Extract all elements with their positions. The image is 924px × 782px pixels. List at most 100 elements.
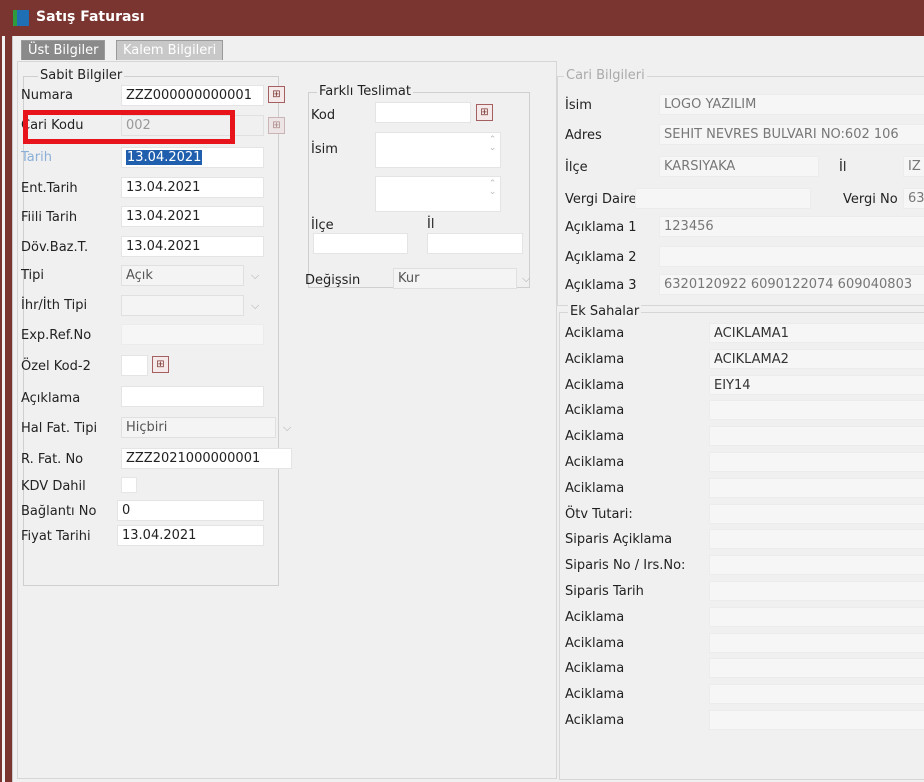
title-bar[interactable]: Satış Faturası	[0, 0, 924, 36]
ihr-ith-select[interactable]	[121, 295, 244, 316]
cari-ilce-label: İlçe	[565, 160, 588, 175]
ent-tarih-label: Ent.Tarih	[21, 181, 78, 196]
vergi-no-field[interactable]: 63	[903, 188, 924, 209]
ek-row-label: Aciklama	[565, 429, 625, 444]
aciklama-field[interactable]	[121, 386, 264, 407]
farkli-teslimat-legend: Farklı Teslimat	[317, 84, 413, 99]
ek-row-field[interactable]	[709, 607, 924, 627]
cari-il-field[interactable]: IZ	[903, 156, 924, 177]
aciklama2-field[interactable]	[659, 246, 924, 267]
ek-row-label: Aciklama	[565, 610, 625, 625]
left-panel: Sabit Bilgiler Farklı Teslimat	[17, 61, 557, 779]
ek-row-label: Aciklama	[565, 661, 625, 676]
fiyat-tarihi-label: Fiyat Tarihi	[21, 529, 91, 544]
cari-kodu-lookup-icon[interactable]: ⊞	[268, 117, 285, 134]
ihr-ith-label: İhr/İth Tipi	[21, 298, 88, 313]
ft-kod-lookup-icon[interactable]: ⊞	[476, 104, 493, 121]
left-window-strip	[0, 36, 12, 782]
exp-ref-label: Exp.Ref.No	[21, 328, 92, 343]
cari-bilgileri-legend: Cari Bilgileri	[564, 68, 647, 83]
cari-isim-field[interactable]: LOGO YAZILIM	[659, 94, 924, 115]
cari-ilce-field[interactable]: KARSIYAKA	[659, 156, 819, 177]
ek-row-label: Aciklama	[565, 455, 625, 470]
ent-tarih-field[interactable]: 13.04.2021	[121, 177, 264, 198]
aciklama3-field[interactable]: 6320120922 6090122074 609040803	[659, 274, 924, 295]
tarih-field[interactable]: 13.04.2021	[121, 147, 264, 168]
ft-kod-label: Kod	[311, 108, 336, 123]
ek-sahalar-legend: Ek Sahalar	[568, 304, 642, 319]
exp-ref-field[interactable]	[121, 324, 264, 345]
ek-row-label: Aciklama	[565, 352, 625, 367]
ek-row-field[interactable]	[709, 426, 924, 446]
ek-row-field[interactable]	[709, 478, 924, 498]
ek-row-field[interactable]: ACIKLAMA1	[709, 323, 924, 343]
ft-isim-line2[interactable]: ⌃ ⌄	[375, 176, 501, 212]
ek-row-field[interactable]	[709, 400, 924, 420]
tipi-chevron-down-icon[interactable]: ⌵	[251, 269, 259, 283]
aciklama2-label: Açıklama 2	[565, 250, 637, 265]
ek-row-field[interactable]	[709, 581, 924, 601]
degissin-label: Değişsin	[305, 273, 361, 288]
fiili-tarih-label: Fiili Tarih	[21, 210, 78, 225]
aciklama1-field[interactable]: 123456	[659, 216, 924, 237]
cari-adres-field[interactable]: SEHIT NEVRES BULVARI NO:602 106	[659, 124, 924, 145]
tab-kalem-bilgileri[interactable]: Kalem Bilgileri	[116, 40, 224, 60]
hal-fat-select[interactable]: Hiçbiri	[121, 417, 276, 438]
ek-row-label: Aciklama	[565, 636, 625, 651]
ft-kod-field[interactable]	[375, 102, 471, 123]
ek-row-field[interactable]	[709, 529, 924, 549]
window-edge	[2, 36, 5, 782]
numara-lookup-icon[interactable]: ⊞	[268, 86, 285, 103]
tab-ust-bilgiler[interactable]: Üst Bilgiler	[21, 40, 106, 60]
baglanti-label: Bağlantı No	[21, 504, 97, 519]
aciklama1-label: Açıklama 1	[565, 220, 637, 235]
ek-row-field[interactable]	[709, 633, 924, 653]
fiili-tarih-field[interactable]: 13.04.2021	[121, 206, 264, 227]
hal-fat-chevron-down-icon[interactable]: ⌵	[283, 421, 291, 435]
degissin-select[interactable]: Kur	[393, 268, 517, 289]
degissin-chevron-down-icon[interactable]: ⌵	[522, 272, 530, 286]
ek-row-field[interactable]	[709, 504, 924, 524]
ek-row-field[interactable]	[709, 684, 924, 704]
ek-row-field[interactable]	[709, 452, 924, 472]
cari-isim-label: İsim	[565, 98, 592, 113]
fiyat-tarihi-field[interactable]: 13.04.2021	[117, 525, 264, 546]
kdv-dahil-label: KDV Dahil	[21, 479, 86, 494]
tarih-selected-text: 13.04.2021	[126, 150, 203, 165]
numara-label: Numara	[21, 88, 73, 103]
baglanti-field[interactable]: 0	[117, 500, 264, 521]
ft-isim2-scroll-icon[interactable]: ⌃ ⌄	[488, 180, 497, 197]
numara-field[interactable]: ZZZ000000000001	[121, 85, 264, 106]
ozel-kod-field[interactable]	[121, 355, 148, 376]
ek-row-label: Aciklama	[565, 687, 625, 702]
cari-il-label: İl	[839, 160, 847, 175]
ek-row-field[interactable]: ACIKLAMA2	[709, 349, 924, 369]
aciklama3-label: Açıklama 3	[565, 278, 637, 293]
sabit-bilgiler-legend: Sabit Bilgiler	[38, 68, 125, 83]
ft-isim-line1[interactable]: ⌃ ⌄	[375, 132, 501, 168]
vergi-dairesi-field[interactable]	[635, 188, 811, 209]
ek-row-field[interactable]: EIY14	[709, 375, 924, 395]
ek-row-field[interactable]	[709, 555, 924, 575]
ek-row-label: Siparis Tarih	[565, 584, 644, 599]
ek-row-field[interactable]	[709, 658, 924, 678]
cari-kodu-highlight-box	[23, 110, 235, 144]
hal-fat-label: Hal Fat. Tipi	[21, 421, 98, 436]
aciklama-label: Açıklama	[21, 391, 81, 406]
tipi-label: Tipi	[21, 268, 45, 283]
tipi-select[interactable]: Açık	[121, 265, 244, 286]
r-fat-field[interactable]: ZZZ2021000000001	[121, 448, 292, 469]
ek-row-field[interactable]	[709, 710, 924, 730]
vergi-no-label: Vergi No	[843, 192, 898, 207]
ozel-kod-label: Özel Kod-2	[21, 359, 91, 374]
kdv-dahil-checkbox[interactable]	[121, 477, 137, 493]
ft-ilce-field[interactable]	[313, 233, 408, 254]
ihr-ith-chevron-down-icon[interactable]: ⌵	[251, 299, 259, 313]
dov-baz-field[interactable]: 13.04.2021	[121, 236, 264, 257]
ft-isim1-scroll-icon[interactable]: ⌃ ⌄	[488, 136, 497, 153]
r-fat-label: R. Fat. No	[21, 452, 84, 467]
ft-isim-label: İsim	[311, 142, 338, 157]
ozel-kod-lookup-icon[interactable]: ⊞	[152, 356, 169, 373]
ft-il-field[interactable]	[427, 233, 523, 254]
ek-row-label: Aciklama	[565, 713, 625, 728]
